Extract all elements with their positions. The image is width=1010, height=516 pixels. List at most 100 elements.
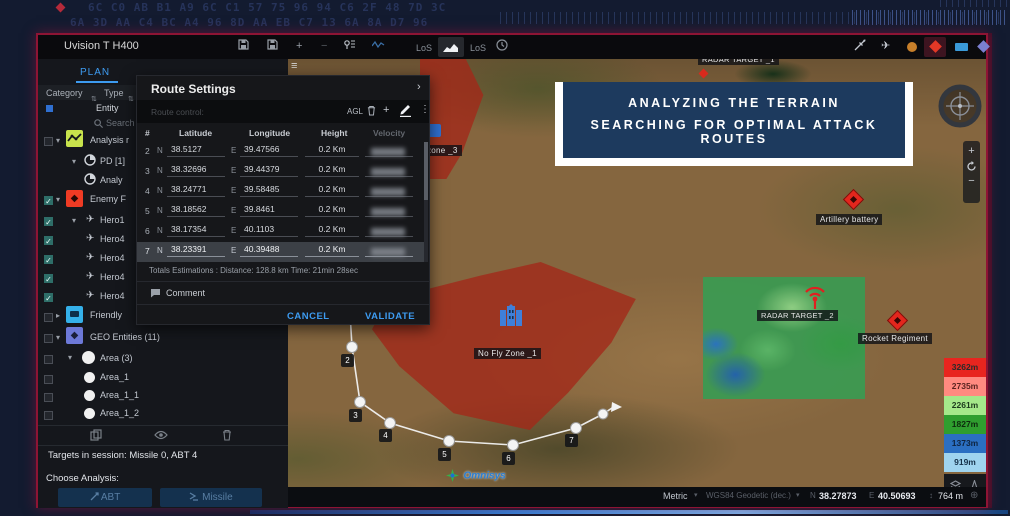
- tree-checkbox-checked[interactable]: [44, 274, 53, 283]
- latitude-input[interactable]: 38.32696: [167, 164, 225, 177]
- height-input[interactable]: 0.2 Km: [305, 244, 359, 257]
- tree-item-hero4[interactable]: Hero4: [100, 234, 125, 244]
- longitude-input[interactable]: 39.44379: [240, 164, 298, 177]
- tree-checkbox[interactable]: [44, 411, 53, 420]
- longitude-input[interactable]: 40.39488: [240, 244, 298, 257]
- tree-item-area1-2[interactable]: Area_1_2: [100, 408, 139, 418]
- tab-plan[interactable]: PLAN: [80, 67, 110, 78]
- orange-entity-icon[interactable]: [907, 42, 917, 52]
- column-type[interactable]: Type: [104, 88, 124, 98]
- save-as-icon[interactable]: [267, 39, 278, 50]
- tree-checkbox[interactable]: [44, 393, 53, 402]
- waypoint-list-icon[interactable]: [344, 39, 356, 51]
- chevron-down-icon[interactable]: ▾: [56, 195, 60, 204]
- enemy-category-button-selected[interactable]: [924, 37, 946, 57]
- compass-control[interactable]: [938, 84, 982, 128]
- eye-icon[interactable]: [154, 430, 168, 440]
- waypoint-row[interactable]: 6 N 38.17354 E 40.1103 0.2 Km: [137, 222, 425, 242]
- waypoint-tag-7[interactable]: 7: [565, 434, 578, 447]
- height-input[interactable]: 0.2 Km: [305, 164, 359, 177]
- tree-item-enemy[interactable]: Enemy F: [90, 194, 126, 204]
- globe-icon[interactable]: ⊕: [970, 490, 978, 501]
- latitude-input[interactable]: 38.24771: [167, 184, 225, 197]
- zoom-out-button[interactable]: −: [963, 172, 980, 192]
- chevron-right-icon[interactable]: ▸: [56, 311, 60, 320]
- latitude-input[interactable]: 38.23391: [167, 244, 225, 257]
- waypoint-row[interactable]: 4 N 38.24771 E 39.58485 0.2 Km: [137, 182, 425, 202]
- reset-view-button[interactable]: [966, 161, 977, 172]
- waypoint-row[interactable]: 5 N 38.18562 E 39.8461 0.2 Km: [137, 202, 425, 222]
- height-input[interactable]: 0.2 Km: [305, 224, 359, 237]
- tree-item-friendly[interactable]: Friendly: [90, 310, 122, 320]
- table-scrollbar-track[interactable]: [424, 142, 428, 262]
- waypoint-tag-6[interactable]: 6: [502, 452, 515, 465]
- tree-checkbox-checked[interactable]: [44, 255, 53, 264]
- rocket-icon[interactable]: [853, 39, 866, 52]
- chevron-down-icon[interactable]: ▾: [72, 216, 76, 225]
- add-icon[interactable]: +: [296, 38, 302, 54]
- chevron-down-icon[interactable]: ▾: [56, 136, 60, 145]
- sort-icon[interactable]: [128, 88, 134, 106]
- tree-checkbox[interactable]: [44, 334, 53, 343]
- tree-item-hero4[interactable]: Hero4: [100, 272, 125, 282]
- waveform-icon[interactable]: [372, 39, 385, 50]
- tree-item-hero4[interactable]: Hero4: [100, 291, 125, 301]
- tree-checkbox[interactable]: [44, 313, 53, 322]
- tree-checkbox-checked[interactable]: [44, 236, 53, 245]
- more-options-icon[interactable]: ⋮: [420, 104, 430, 115]
- add-waypoint-icon[interactable]: +: [383, 104, 389, 116]
- longitude-input[interactable]: 39.47566: [240, 144, 298, 157]
- trash-icon[interactable]: [222, 429, 232, 441]
- los-label-2[interactable]: LoS: [470, 40, 486, 56]
- missile-analysis-button[interactable]: Missile: [160, 488, 262, 507]
- chevron-down-icon[interactable]: ▾: [68, 353, 72, 362]
- waypoint-row[interactable]: 3 N 38.32696 E 39.44379 0.2 Km: [137, 162, 425, 182]
- search-input[interactable]: Search: [106, 118, 135, 128]
- waypoint-row-selected[interactable]: 7 N 38.23391 E 40.39488 0.2 Km: [137, 242, 425, 262]
- units-select[interactable]: Metric: [663, 491, 688, 501]
- abt-analysis-button[interactable]: ABT: [58, 488, 152, 507]
- longitude-input[interactable]: 40.1103: [240, 224, 298, 237]
- delete-waypoint-icon[interactable]: [367, 105, 376, 116]
- tree-item-hero1[interactable]: Hero1: [100, 215, 125, 225]
- remove-icon[interactable]: −: [321, 38, 327, 54]
- waypoint-tag-3[interactable]: 3: [349, 409, 362, 422]
- longitude-input[interactable]: 39.8461: [240, 204, 298, 217]
- terrain-profile-button-selected[interactable]: [438, 37, 464, 57]
- height-input[interactable]: 0.2 Km: [305, 204, 359, 217]
- units-chevron-icon[interactable]: ▾: [694, 491, 698, 499]
- chevron-down-icon[interactable]: ▾: [56, 333, 60, 342]
- cancel-button[interactable]: CANCEL: [287, 311, 330, 322]
- height-input[interactable]: 0.2 Km: [305, 144, 359, 157]
- tree-checkbox[interactable]: [44, 375, 53, 384]
- waypoint-tag-5[interactable]: 5: [438, 448, 451, 461]
- jet-icon[interactable]: ✈: [881, 38, 890, 54]
- validate-button[interactable]: VALIDATE: [365, 311, 415, 322]
- zoom-in-button[interactable]: +: [963, 141, 980, 161]
- datum-select[interactable]: WGS84 Geodetic (dec.): [706, 491, 791, 500]
- waypoint-tag-2[interactable]: 2: [341, 354, 354, 367]
- longitude-input[interactable]: 39.58485: [240, 184, 298, 197]
- tree-item-analysis[interactable]: Analysis r: [90, 135, 129, 145]
- agl-toggle[interactable]: AGL: [347, 107, 363, 116]
- tree-item-area1-1[interactable]: Area_1_1: [100, 390, 139, 400]
- height-input[interactable]: 0.2 Km: [305, 184, 359, 197]
- tree-checkbox[interactable]: [44, 137, 53, 146]
- tree-item-pd[interactable]: PD [1]: [100, 156, 125, 166]
- column-category[interactable]: Category: [46, 88, 83, 98]
- tree-checkbox[interactable]: [44, 355, 53, 364]
- los-label-1[interactable]: LoS: [416, 40, 432, 56]
- tree-item-hero4[interactable]: Hero4: [100, 253, 125, 263]
- entity-checkbox[interactable]: [46, 105, 53, 112]
- chevron-down-icon[interactable]: ▾: [72, 157, 76, 166]
- tree-checkbox-checked[interactable]: [44, 293, 53, 302]
- table-scrollbar-thumb[interactable]: [424, 142, 428, 200]
- tree-item-area-group[interactable]: Area (3): [100, 353, 133, 363]
- tree-checkbox-checked[interactable]: [44, 196, 53, 205]
- waypoint-row[interactable]: 2 N 38.5127 E 39.47566 0.2 Km: [137, 142, 425, 162]
- edit-route-icon[interactable]: [399, 103, 412, 117]
- datum-chevron-icon[interactable]: ▾: [796, 491, 800, 499]
- tree-item-geo-entities[interactable]: GEO Entities (11): [90, 332, 160, 342]
- tree-item-analy[interactable]: Analy: [100, 175, 123, 185]
- friendly-category-icon[interactable]: [955, 43, 968, 51]
